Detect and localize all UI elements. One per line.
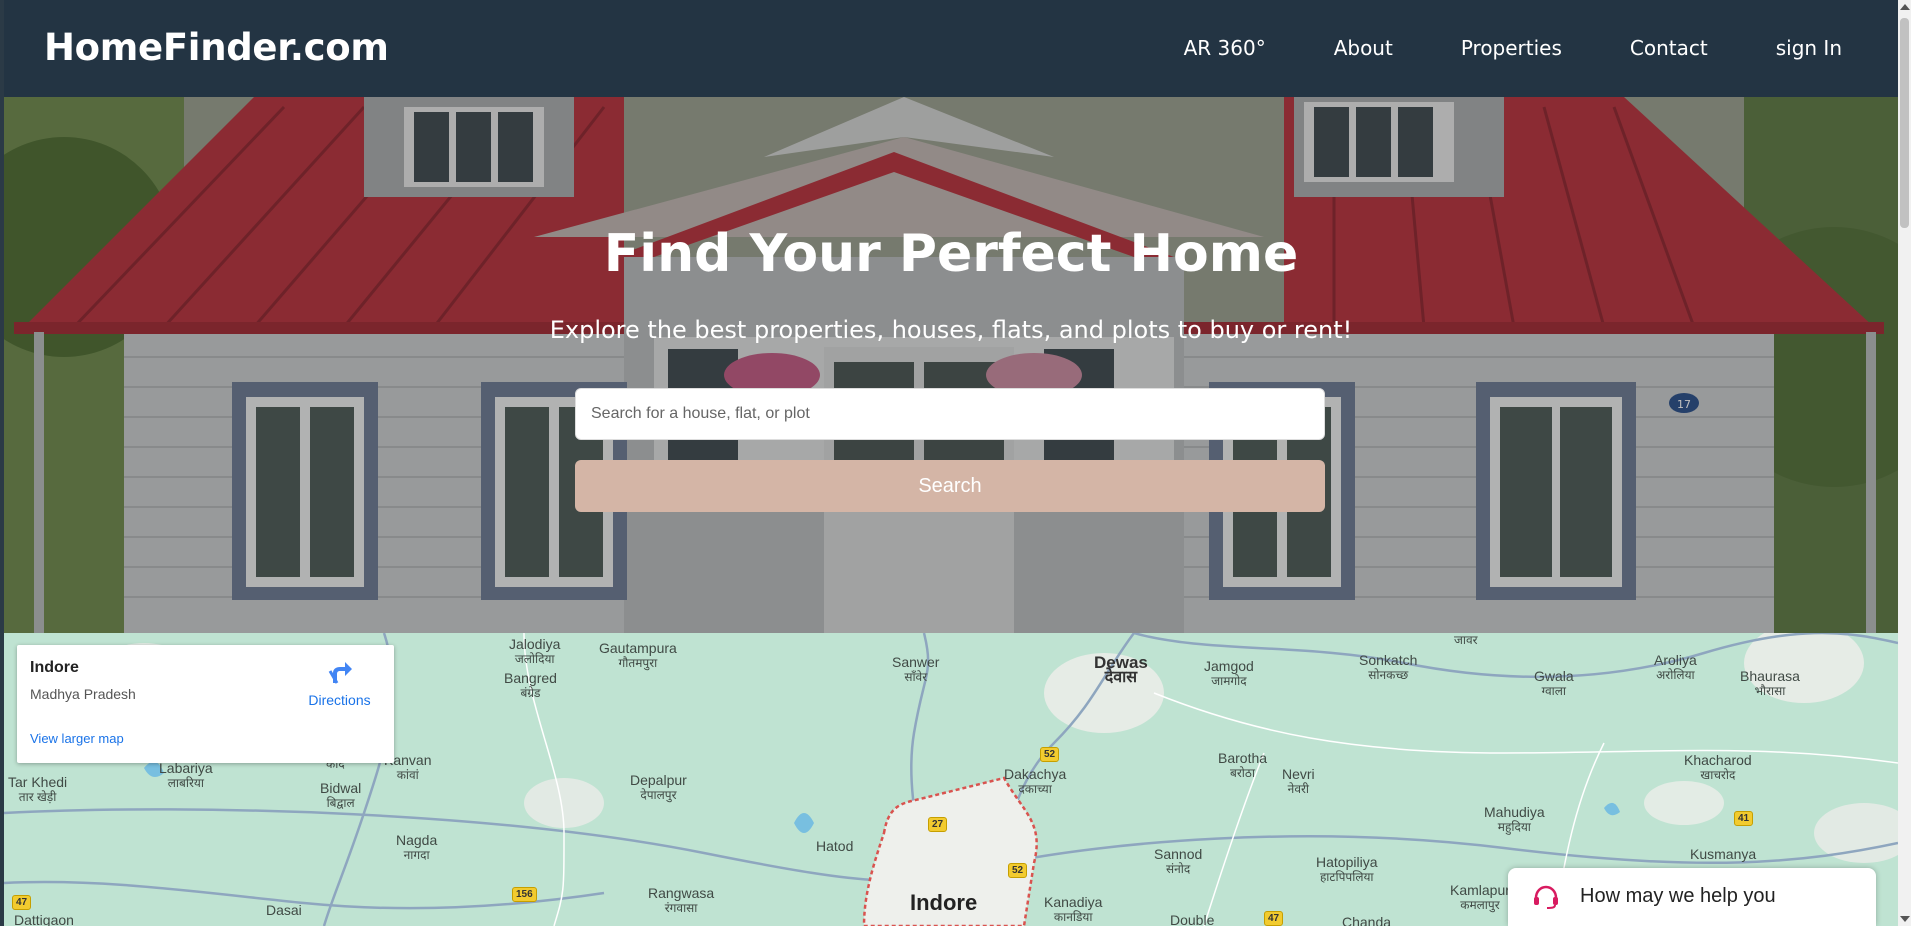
map-label-nagda: Nagda नागदा [396,832,438,863]
map-label-kanadiya: Kanadiya कानडिया [1044,894,1103,925]
map-label-aroliya: Aroliya अरोलिया [1654,652,1697,683]
map-label-sanwer: Sanwer साँवेर [892,654,940,685]
hero-overlay [4,97,1898,633]
highway-shield: 41 [1734,811,1754,826]
headset-icon [1534,885,1558,909]
hero-title: Find Your Perfect Home [603,224,1299,284]
hero-section: 17 Find Your Perfect Home Explore the be… [4,97,1898,633]
nav-ar360[interactable]: AR 360° [1184,36,1266,60]
map-label-rangwasa: Rangwasa रंगवासा [648,885,715,916]
map-label-dasai: Dasai [266,902,302,918]
page-scrollbar[interactable] [1898,0,1911,926]
brand-logo[interactable]: HomeFinder.com [44,26,389,69]
map-label-depalpur: Depalpur देपालपुर [630,772,687,803]
highway-shield: 27 [928,817,948,832]
hero-subtitle: Explore the best properties, houses, fla… [549,316,1353,344]
top-navbar: HomeFinder.com AR 360° About Properties … [4,0,1898,97]
map-label-jalodiya: Jalodiya जलोदिया [509,636,561,667]
map-label-hatod: Hatod [816,838,854,854]
map-label-sonkatch: Sonkatch सोनकच्छ [1359,652,1418,683]
map-place-card: Indore Madhya Pradesh View larger map Di… [17,645,394,763]
highway-shield: 52 [1008,863,1028,878]
map-label-hatopiliya: Hatopiliya हाटपिपलिया [1316,854,1378,885]
directions-label: Directions [308,692,371,708]
nav-about[interactable]: About [1334,36,1393,60]
map-label-nevri: Nevri नेवरी [1282,766,1315,797]
map-label-chanda: Chanda [1342,914,1392,926]
map-label-bidwal: Bidwal बिद्वाल [320,780,362,811]
highway-shield: 52 [1040,747,1060,762]
scroll-up-arrow-icon[interactable] [1900,4,1910,10]
map-label-gautampura: Gautampura गौतमपुरा [599,640,677,671]
directions-button[interactable]: Directions [297,659,382,708]
map-label-jawar: जावर [1454,633,1478,647]
map-label-barotha: Barotha बरोठा [1218,750,1268,781]
map-label-khacharod: Khacharod खाचरोद [1684,752,1752,783]
nav-sign-in[interactable]: sign In [1776,36,1842,60]
map-label-kamlapur: Kamlapur कमलापुर [1450,882,1510,913]
map-label-kusmanya: Kusmanya [1690,846,1757,862]
search-button[interactable]: Search [575,460,1325,512]
directions-icon [328,662,352,684]
map-label-dewas: Dewas देवास [1094,653,1148,686]
map-label-bangred: Bangred बंग्रेड [504,670,557,701]
map-label-jamgod: Jamgod जामगोद [1204,658,1254,689]
map-label-gwala: Gwala ग्वाला [1534,668,1574,699]
main-nav: AR 360° About Properties Contact sign In [1184,36,1842,60]
place-title: Indore [30,659,79,676]
map-label-mahudiya: Mahudiya महुदिया [1484,804,1545,835]
map-label-labariya: Labariya लाबरिया [159,760,213,791]
map-label-double: Double [1170,912,1215,926]
map-label-indore-city: Indore [910,890,978,915]
scroll-thumb[interactable] [1900,18,1909,228]
highway-shield: 47 [12,895,32,910]
help-chat-widget[interactable]: How may we help you [1508,868,1876,926]
view-larger-map-link[interactable]: View larger map [30,731,124,746]
map-label-sannod: Sannod संनोद [1154,846,1203,877]
highway-shield: 47 [1264,911,1284,926]
help-text: How may we help you [1580,885,1776,907]
map-label-tar-khedi: Tar Khedi तार खेड़ी [8,774,68,805]
nav-properties[interactable]: Properties [1461,36,1562,60]
page: HomeFinder.com AR 360° About Properties … [4,0,1898,926]
nav-contact[interactable]: Contact [1630,36,1708,60]
map-label-dakachya: Dakachya दकाच्या [1004,766,1067,797]
map-label-dattigaon: Dattigaon [14,912,74,926]
highway-shield: 156 [512,887,537,902]
place-subtitle: Madhya Pradesh [30,686,136,702]
map-label-bhaurasa: Bhaurasa भौरासा [1740,668,1800,699]
search-input[interactable] [575,388,1325,440]
scroll-down-arrow-icon[interactable] [1900,916,1910,922]
